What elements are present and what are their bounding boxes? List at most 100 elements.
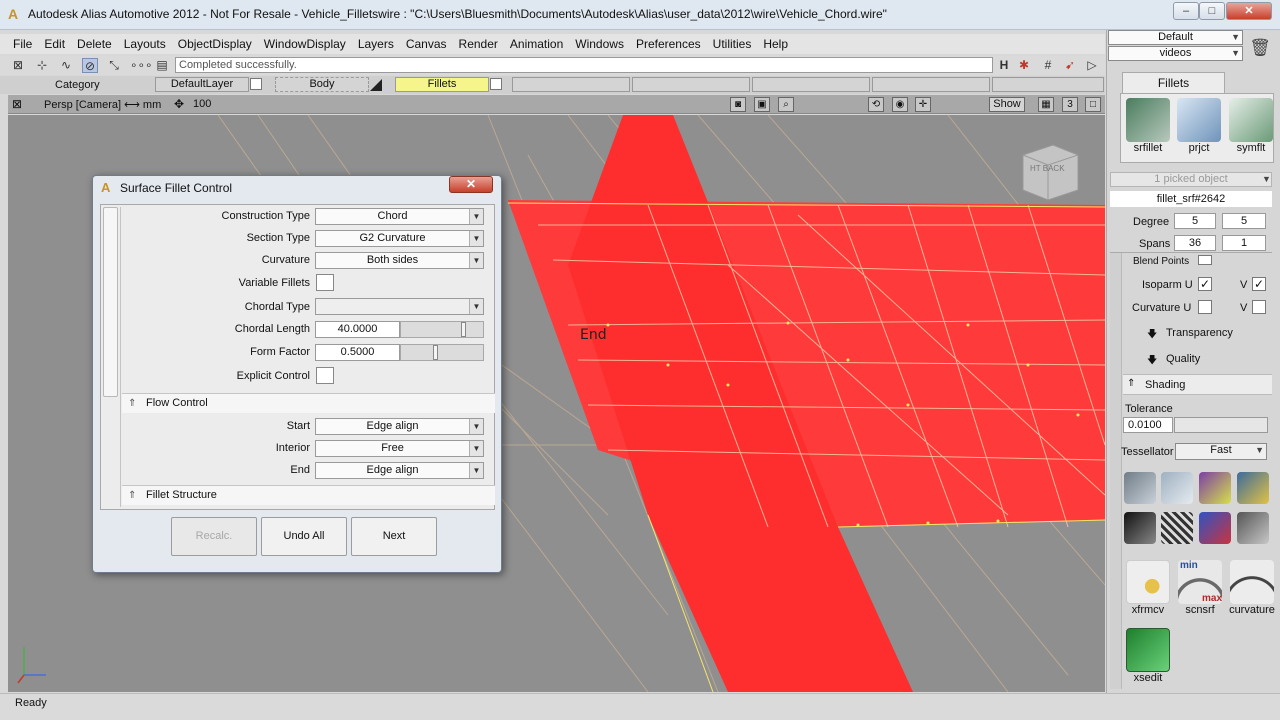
curvature-v-checkbox[interactable] xyxy=(1252,300,1266,314)
explicit-control-checkbox[interactable] xyxy=(316,367,334,384)
tool-curvature[interactable]: curvature xyxy=(1227,560,1277,622)
tool-xfrmcv[interactable]: xfrmcv xyxy=(1124,560,1172,622)
history-icon[interactable]: H xyxy=(996,58,1012,73)
layer-fillets[interactable]: Fillets xyxy=(395,77,489,92)
menu-windowdisplay[interactable]: WindowDisplay xyxy=(258,34,352,54)
tool-scnsrf[interactable]: min max scnsrf xyxy=(1176,560,1224,622)
track-icon[interactable]: ✛ xyxy=(915,97,931,112)
curvature-u-checkbox[interactable] xyxy=(1198,300,1212,314)
flow-start-select[interactable]: Edge align ▼ xyxy=(315,418,484,435)
curvature-shade-icon[interactable] xyxy=(1199,512,1231,544)
pick-nothing-icon[interactable]: ⊠ xyxy=(10,58,26,73)
construction-type-select[interactable]: Chord ▼ xyxy=(315,208,484,225)
panel-scrollbar[interactable] xyxy=(1110,253,1122,689)
tab-fillets[interactable]: Fillets xyxy=(1122,72,1225,93)
camera-icon[interactable]: ◙ xyxy=(730,97,746,112)
viewport-count[interactable]: 3 xyxy=(1062,97,1078,112)
viewport-close-icon[interactable]: ⊠ xyxy=(12,97,22,111)
menu-layers[interactable]: Layers xyxy=(352,34,400,54)
curvature-select[interactable]: Both sides ▼ xyxy=(315,252,484,269)
layer-slot-empty[interactable] xyxy=(872,77,990,92)
tolerance-slider[interactable] xyxy=(1174,417,1268,433)
flow-interior-select[interactable]: Free ▼ xyxy=(315,440,484,457)
fillet-structure-section[interactable]: ⇑ Fillet Structure xyxy=(122,485,495,505)
tessellator-select[interactable]: Fast ▼ xyxy=(1175,443,1267,460)
grid-toggle-icon[interactable]: ▦ xyxy=(1038,97,1054,112)
shelf-default-select[interactable]: Default ▼ xyxy=(1108,30,1243,45)
maximize-viewport-icon[interactable]: □ xyxy=(1085,97,1101,112)
pick-object-icon[interactable]: ⤡ xyxy=(106,58,122,73)
shelf-videos-select[interactable]: videos ▼ xyxy=(1108,46,1243,61)
variable-fillets-checkbox[interactable] xyxy=(316,274,334,291)
layer-slot-empty[interactable] xyxy=(512,77,630,92)
form-factor-slider-thumb[interactable] xyxy=(433,345,438,360)
pick-curve-icon[interactable]: ∿ xyxy=(58,58,74,73)
layer-slot-empty[interactable] xyxy=(992,77,1104,92)
black-shade-icon[interactable] xyxy=(1124,512,1156,544)
isoparm-v-checkbox[interactable]: ✓ xyxy=(1252,277,1266,291)
menu-utilities[interactable]: Utilities xyxy=(707,34,758,54)
form-factor-field[interactable]: 0.5000 xyxy=(315,344,400,361)
tolerance-field[interactable]: 0.0100 xyxy=(1123,417,1173,433)
degree-u-field[interactable]: 5 xyxy=(1174,213,1216,229)
menu-animation[interactable]: Animation xyxy=(504,34,569,54)
draw-style-tool-icon[interactable] xyxy=(1124,472,1156,504)
quality-section[interactable]: Quality xyxy=(1166,353,1200,365)
object-name[interactable]: fillet_srf#2642 xyxy=(1110,191,1272,207)
layer-slot-empty[interactable] xyxy=(752,77,870,92)
prompt-history-icon[interactable]: ▤ xyxy=(154,58,170,73)
maximize-button[interactable]: □ xyxy=(1199,2,1225,20)
zebra-shade-icon[interactable] xyxy=(1237,472,1269,504)
shading-section[interactable]: Shading xyxy=(1145,379,1185,391)
flow-end-select[interactable]: Edge align ▼ xyxy=(315,462,484,479)
play-icon[interactable]: ▷ xyxy=(1084,58,1100,73)
layer-slot-empty[interactable] xyxy=(632,77,750,92)
menu-windows[interactable]: Windows xyxy=(569,34,630,54)
spans-u-field[interactable]: 36 xyxy=(1174,235,1216,251)
minimize-button[interactable]: – xyxy=(1173,2,1199,20)
shade-tool-icon[interactable] xyxy=(1161,472,1193,504)
chordal-length-field[interactable]: 40.0000 xyxy=(315,321,400,338)
magnify-icon[interactable]: ⌕ xyxy=(778,97,794,112)
dolly-icon[interactable]: ◉ xyxy=(892,97,908,112)
layer-fillets-visibility[interactable] xyxy=(490,78,502,90)
category-label[interactable]: Category xyxy=(55,79,100,91)
tumble-icon[interactable]: ⟲ xyxy=(868,97,884,112)
menu-edit[interactable]: Edit xyxy=(38,34,71,54)
next-button[interactable]: Next xyxy=(351,517,437,556)
grid-snap-icon[interactable]: # xyxy=(1040,58,1056,73)
section-type-select[interactable]: G2 Curvature ▼ xyxy=(315,230,484,247)
menu-canvas[interactable]: Canvas xyxy=(400,34,453,54)
more-tools-icon[interactable]: ∘∘∘ xyxy=(130,58,153,73)
pick-cv-icon[interactable]: ⊹ xyxy=(34,58,50,73)
degree-v-field[interactable]: 5 xyxy=(1222,213,1266,229)
layer-body-state-icon[interactable] xyxy=(370,79,382,91)
menu-help[interactable]: Help xyxy=(757,34,794,54)
menu-objectdisplay[interactable]: ObjectDisplay xyxy=(172,34,258,54)
isoparm-u-checkbox[interactable]: ✓ xyxy=(1198,277,1212,291)
dialog-close-button[interactable]: ✕ xyxy=(449,176,493,193)
pick-surface-icon[interactable]: ⊘ xyxy=(82,58,98,73)
stripe-shade-icon[interactable] xyxy=(1161,512,1193,544)
transparency-section[interactable]: Transparency xyxy=(1166,327,1233,339)
tool-symflt[interactable]: symflt xyxy=(1227,98,1275,160)
construction-history-icon[interactable]: ✱ xyxy=(1016,58,1032,73)
recalc-button[interactable]: Recalc. xyxy=(171,517,257,556)
trash-icon[interactable]: 🗑 xyxy=(1248,38,1272,62)
chordal-length-slider[interactable] xyxy=(400,321,484,338)
close-window-button[interactable]: ✕ xyxy=(1226,2,1272,20)
movie-icon[interactable]: ▣ xyxy=(754,97,770,112)
menu-layouts[interactable]: Layouts xyxy=(118,34,172,54)
diagnostic-shade-icon[interactable] xyxy=(1199,472,1231,504)
tool-prjct[interactable]: prjct xyxy=(1175,98,1223,160)
curve-snap-icon[interactable]: ➹ xyxy=(1062,58,1078,73)
hardware-shade-icon[interactable] xyxy=(1237,512,1269,544)
tool-xsedit[interactable]: xsedit xyxy=(1124,628,1172,690)
chordal-type-select[interactable]: ▼ xyxy=(315,298,484,315)
form-factor-slider[interactable] xyxy=(400,344,484,361)
chordal-length-slider-thumb[interactable] xyxy=(461,322,466,337)
menu-delete[interactable]: Delete xyxy=(71,34,118,54)
tool-srfillet[interactable]: srfillet xyxy=(1124,98,1172,160)
flow-control-section[interactable]: ⇑ Flow Control xyxy=(122,393,495,413)
show-button[interactable]: Show xyxy=(989,97,1025,112)
